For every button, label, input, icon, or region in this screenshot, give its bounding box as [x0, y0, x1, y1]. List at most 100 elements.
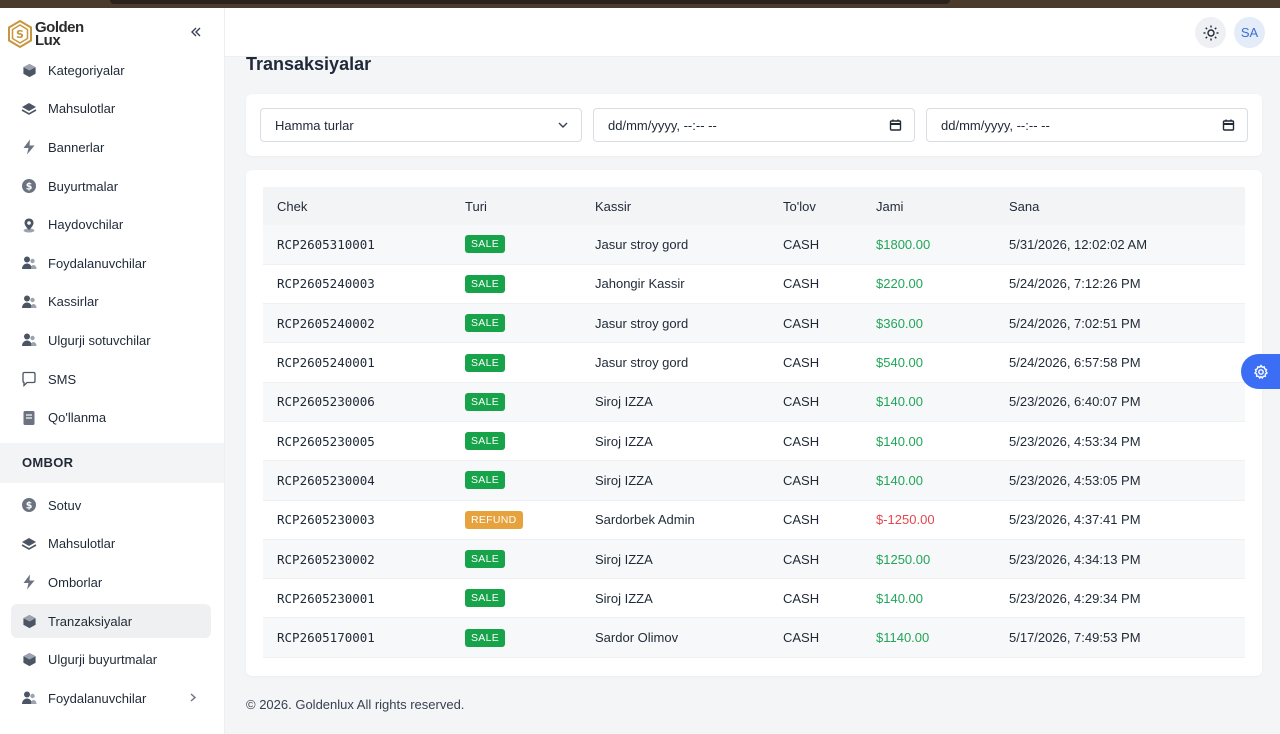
cell-chek: RCP2605230003: [277, 512, 375, 528]
users-icon: [21, 332, 37, 348]
cell-jami: $140.00: [876, 394, 923, 410]
page-title: Transaksiyalar: [246, 54, 372, 74]
sun-icon: [1203, 25, 1218, 40]
sidebar-item-foydalanuvchilar[interactable]: Foydalanuvchilar: [0, 244, 224, 283]
cell-chek: RCP2605170001: [277, 630, 375, 646]
sidebar-item-label: Ulgurji sotuvchilar: [48, 332, 151, 348]
table-row[interactable]: RCP2605240001 SALE Jasur stroy gord CASH $54…: [263, 342, 1245, 383]
cell-tolov: CASH: [783, 355, 820, 371]
cell-kassir: Siroj IZZA: [595, 472, 653, 488]
col-header-jami[interactable]: Jami: [862, 187, 995, 225]
calendar-icon[interactable]: [889, 119, 902, 132]
theme-toggle-button[interactable]: [1195, 17, 1226, 48]
type-badge: SALE: [465, 628, 506, 647]
cell-sana: 5/17/2026, 7:49:53 PM: [1009, 630, 1141, 646]
sidebar-item-sms[interactable]: SMS: [0, 360, 224, 399]
type-select[interactable]: Hamma turlar: [260, 108, 582, 142]
type-badge: SALE: [465, 353, 506, 372]
cell-kassir: Jasur stroy gord: [595, 236, 689, 252]
sidebar-item-label: Mahsulotlar: [48, 536, 116, 552]
table-row[interactable]: RCP2605240003 SALE Jahongir Kassir CASH $220…: [263, 264, 1245, 304]
cell-turi: REFUND: [451, 500, 581, 539]
cell-turi: SALE: [451, 225, 581, 264]
type-badge: SALE: [465, 274, 506, 293]
cell-tolov: CASH: [783, 472, 820, 488]
sidebar-item-omborlar[interactable]: Omborlar: [0, 563, 224, 602]
sidebar-item-label: Tranzaksiyalar: [48, 613, 133, 629]
cell-kassir: Siroj IZZA: [595, 590, 653, 606]
cell-chek: RCP2605230002: [277, 551, 375, 567]
sidebar-item-label: Haydovchilar: [48, 217, 124, 233]
cell-chek: RCP2605310001: [277, 236, 375, 252]
collapse-sidebar-button[interactable]: [186, 22, 206, 42]
cell-jami: $360.00: [876, 315, 923, 331]
user-avatar[interactable]: SA: [1234, 17, 1265, 48]
cell-tolov: CASH: [783, 590, 820, 606]
sidebar-item-foydalanuvchilar[interactable]: Foydalanuvchilar: [0, 679, 224, 718]
table-row[interactable]: RCP2605240002 SALE Jasur stroy gord CASH $36…: [263, 303, 1245, 343]
table-row[interactable]: RCP2605170001 SALE Sardor Olimov CASH $1140.…: [263, 617, 1245, 658]
col-header-turi[interactable]: Turi: [451, 187, 581, 225]
calendar-icon[interactable]: [1222, 119, 1235, 132]
sidebar-item-qo-llanma[interactable]: Qo'llanma: [0, 398, 224, 437]
type-badge: SALE: [465, 314, 506, 333]
col-header-chek[interactable]: Chek: [263, 187, 451, 225]
cell-sana: 5/24/2026, 6:57:58 PM: [1009, 355, 1141, 371]
table-row[interactable]: RCP2605230003 REFUND Sardorbek Admin CASH $-…: [263, 500, 1245, 540]
sidebar-item-mahsulotlar[interactable]: Mahsulotlar: [0, 525, 224, 564]
sidebar-item-kassirlar[interactable]: Kassirlar: [0, 283, 224, 322]
bolt-icon: [21, 139, 37, 155]
cell-chek: RCP2605230006: [277, 394, 375, 410]
sidebar-item-ulgurji-sotuvchilar[interactable]: Ulgurji sotuvchilar: [0, 321, 224, 360]
date-from-input[interactable]: dd/mm/yyyy, --:-- --: [593, 108, 915, 142]
sidebar-item-label: Kassirlar: [48, 294, 99, 310]
sidebar-item-mahsulotlar[interactable]: Mahsulotlar: [0, 90, 224, 129]
cell-turi: SALE: [451, 343, 581, 382]
cell-chek: RCP2605240002: [277, 315, 375, 331]
brand-logo[interactable]: S Golden Lux: [8, 17, 84, 51]
table-row[interactable]: RCP2605310001 SALE Jasur stroy gord CASH $18…: [263, 225, 1245, 265]
bolt-icon: [21, 574, 37, 590]
sidebar-item-haydovchilar[interactable]: Haydovchilar: [0, 205, 224, 244]
sidebar-item-kategoriyalar[interactable]: Kategoriyalar: [0, 51, 224, 90]
transactions-table: Chek Turi Kassir To'lov Jami Sana RCP260…: [263, 187, 1245, 658]
type-badge: SALE: [465, 589, 506, 608]
date-to-input[interactable]: dd/mm/yyyy, --:-- --: [926, 108, 1248, 142]
sidebar-item-buyurtmalar[interactable]: $ Buyurtmalar: [0, 167, 224, 206]
cell-sana: 5/23/2026, 6:40:07 PM: [1009, 394, 1141, 410]
table-row[interactable]: RCP2605230006 SALE Siroj IZZA CASH $140.00 5/…: [263, 382, 1245, 422]
dollar-icon: $: [21, 178, 37, 194]
cell-jami: $140.00: [876, 590, 923, 606]
gear-icon: [1253, 363, 1268, 379]
sidebar-nav: Kategoriyalar Mahsulotlar Bannerlar $ Buyurt…: [0, 51, 224, 718]
table-row[interactable]: RCP2605230001 SALE Siroj IZZA CASH $140.00 5/…: [263, 578, 1245, 618]
cell-kassir: Sardor Olimov: [595, 630, 679, 646]
book-icon: [21, 410, 37, 426]
cell-tolov: CASH: [783, 433, 820, 449]
sidebar-item-bannerlar[interactable]: Bannerlar: [0, 128, 224, 167]
cell-tolov: CASH: [783, 236, 820, 252]
col-header-tolov[interactable]: To'lov: [769, 187, 862, 225]
dollar-icon: $: [21, 497, 37, 513]
table-row[interactable]: RCP2605230004 SALE Siroj IZZA CASH $140.00 5/…: [263, 460, 1245, 501]
logo-icon: S: [8, 20, 32, 48]
sidebar-item-ulgurji-buyurtmalar[interactable]: Ulgurji buyurtmalar: [0, 640, 224, 679]
sidebar-item-label: Ulgurji buyurtmalar: [48, 652, 158, 668]
sidebar-item-label: Omborlar: [48, 574, 103, 590]
sidebar-item-tranzaksiyalar[interactable]: Tranzaksiyalar: [0, 602, 224, 641]
type-badge: REFUND: [465, 510, 523, 529]
cell-tolov: CASH: [783, 276, 820, 292]
cell-sana: 5/23/2026, 4:37:41 PM: [1009, 512, 1141, 528]
type-badge: SALE: [465, 392, 506, 411]
cell-chek: RCP2605230004: [277, 472, 375, 488]
col-header-sana[interactable]: Sana: [995, 187, 1245, 225]
settings-fab-button[interactable]: [1241, 354, 1280, 389]
col-header-kassir[interactable]: Kassir: [581, 187, 769, 225]
type-badge: SALE: [465, 432, 506, 451]
layers-icon: [21, 536, 37, 552]
sidebar-item-label: Mahsulotlar: [48, 101, 116, 117]
table-row[interactable]: RCP2605230002 SALE Siroj IZZA CASH $1250.00 5…: [263, 539, 1245, 579]
cell-turi: SALE: [451, 304, 581, 343]
sidebar-item-sotuv[interactable]: $ Sotuv: [0, 486, 224, 525]
table-row[interactable]: RCP2605230005 SALE Siroj IZZA CASH $140.00 5/…: [263, 421, 1245, 461]
